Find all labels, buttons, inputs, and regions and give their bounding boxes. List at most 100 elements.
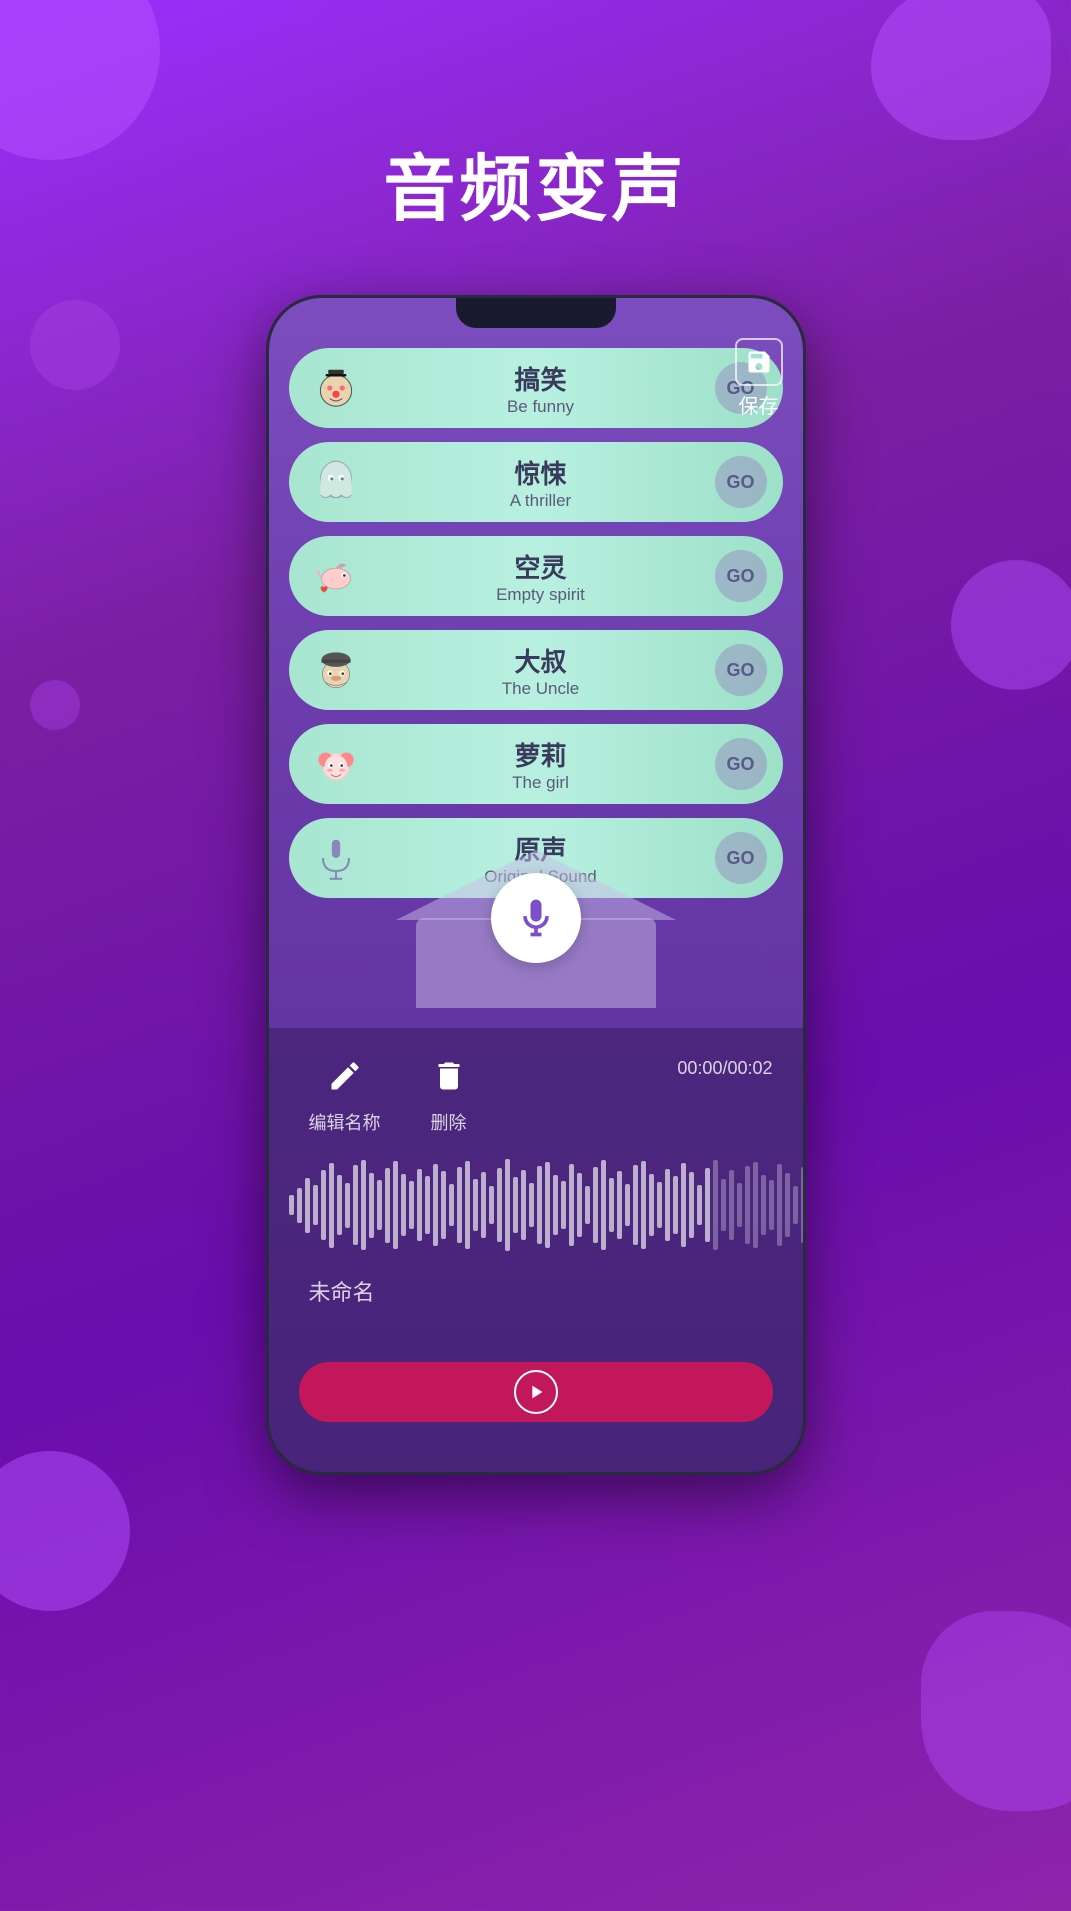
wave-bar [601, 1160, 606, 1250]
wave-bar [385, 1168, 390, 1243]
wave-bar [297, 1188, 302, 1223]
voice-icon-uncle [305, 639, 367, 701]
wave-bar [505, 1159, 510, 1251]
play-button[interactable] [514, 1370, 558, 1414]
edit-action[interactable]: 编辑名称 [309, 1058, 381, 1135]
voice-en-empty_spirit: Empty spirit [496, 585, 585, 605]
waveform [269, 1145, 803, 1265]
wave-bar [441, 1171, 446, 1239]
lower-section: 00:00/00:02 编辑名称 [269, 1028, 803, 1472]
wave-bar [513, 1177, 518, 1233]
wave-bar [417, 1169, 422, 1241]
wave-bar [521, 1170, 526, 1240]
wave-bar [545, 1162, 550, 1248]
voice-cn-thriller: 惊悚 [514, 454, 566, 491]
voice-text-thriller: 惊悚 A thriller [367, 454, 715, 511]
wave-bar [553, 1175, 558, 1235]
wave-bar [761, 1175, 766, 1235]
wave-bar [465, 1161, 470, 1249]
go-button-uncle[interactable]: GO [715, 644, 767, 696]
wave-bar [673, 1176, 678, 1234]
delete-icon [431, 1058, 467, 1103]
wave-bar [641, 1161, 646, 1249]
voice-item-funny[interactable]: 搞笑 Be funny GO [289, 348, 783, 428]
mic-section [269, 868, 803, 1008]
phone-notch [456, 298, 616, 328]
voice-en-girl: The girl [512, 773, 569, 793]
voice-list: 搞笑 Be funny GO 惊悚 A thriller GO ❤️ 空灵 Em… [289, 348, 783, 898]
wave-bar [561, 1181, 566, 1229]
wave-bar [577, 1173, 582, 1237]
power-button [805, 558, 806, 628]
voice-icon-thriller [305, 451, 367, 513]
wave-bar [377, 1180, 382, 1230]
wave-bar [769, 1180, 774, 1230]
voice-en-thriller: A thriller [510, 491, 571, 511]
wave-bar [745, 1166, 750, 1244]
voice-text-uncle: 大叔 The Uncle [367, 642, 715, 699]
wave-bar [609, 1178, 614, 1232]
action-row: 编辑名称 删除 [269, 1028, 803, 1145]
bg-blob-7 [921, 1611, 1071, 1811]
wave-bar [481, 1172, 486, 1238]
wave-bar [801, 1167, 803, 1243]
voice-text-empty_spirit: 空灵 Empty spirit [367, 548, 715, 605]
voice-item-uncle[interactable]: 大叔 The Uncle GO [289, 630, 783, 710]
wave-bar [633, 1165, 638, 1245]
volume-up-button [266, 518, 267, 568]
wave-bar [529, 1183, 534, 1227]
play-bar[interactable] [299, 1362, 773, 1422]
microphone-button[interactable] [491, 873, 581, 963]
wave-bar [433, 1164, 438, 1246]
voice-icon-funny [305, 357, 367, 419]
wave-bar [649, 1174, 654, 1236]
wave-bar [657, 1182, 662, 1228]
wave-bar [753, 1162, 758, 1248]
go-button-thriller[interactable]: GO [715, 456, 767, 508]
voice-text-girl: 萝莉 The girl [367, 736, 715, 793]
voice-cn-empty_spirit: 空灵 [514, 548, 566, 585]
page-title: 音频变声 [0, 0, 1071, 295]
delete-action[interactable]: 删除 [431, 1058, 467, 1135]
wave-bar [537, 1166, 542, 1244]
go-button-empty_spirit[interactable]: GO [715, 550, 767, 602]
go-button-girl[interactable]: GO [715, 738, 767, 790]
wave-bar [689, 1172, 694, 1238]
wave-bar [721, 1179, 726, 1231]
wave-bar [785, 1173, 790, 1237]
voice-item-thriller[interactable]: 惊悚 A thriller GO [289, 442, 783, 522]
voice-item-empty_spirit[interactable]: ❤️ 空灵 Empty spirit GO [289, 536, 783, 616]
wave-bar [713, 1160, 718, 1250]
wave-bar [593, 1167, 598, 1243]
wave-bar [401, 1174, 406, 1236]
filename: 未命名 [269, 1265, 803, 1317]
voice-icon-empty_spirit: ❤️ [305, 545, 367, 607]
wave-bar [329, 1163, 334, 1248]
wave-bar [425, 1176, 430, 1234]
voice-cn-funny: 搞笑 [514, 360, 566, 397]
phone-screen: 保存 搞笑 Be funny GO 惊悚 A thriller GO ❤️ 空灵… [269, 298, 803, 1472]
wave-bar [473, 1179, 478, 1231]
wave-bar [369, 1173, 374, 1238]
volume-down-button [266, 588, 267, 668]
wave-bar [665, 1169, 670, 1241]
play-icon [525, 1381, 547, 1403]
wave-bar [697, 1185, 702, 1225]
voice-en-funny: Be funny [507, 397, 574, 417]
voice-text-funny: 搞笑 Be funny [367, 360, 715, 417]
house-shape [396, 868, 676, 1008]
wave-bar [289, 1195, 294, 1215]
bg-blob-6 [0, 1451, 130, 1611]
voice-item-girl[interactable]: 萝莉 The girl GO [289, 724, 783, 804]
wave-bar [625, 1184, 630, 1226]
wave-bar [617, 1171, 622, 1239]
save-button[interactable]: 保存 [735, 338, 783, 419]
phone-body: 保存 搞笑 Be funny GO 惊悚 A thriller GO ❤️ 空灵… [266, 295, 806, 1475]
wave-bar [321, 1170, 326, 1240]
edit-icon [327, 1058, 363, 1103]
wave-bar [393, 1161, 398, 1249]
phone-frame: 保存 搞笑 Be funny GO 惊悚 A thriller GO ❤️ 空灵… [0, 295, 1071, 1475]
mic-icon [514, 896, 558, 940]
time-display: 00:00/00:02 [677, 1058, 772, 1079]
wave-bar [345, 1183, 350, 1228]
